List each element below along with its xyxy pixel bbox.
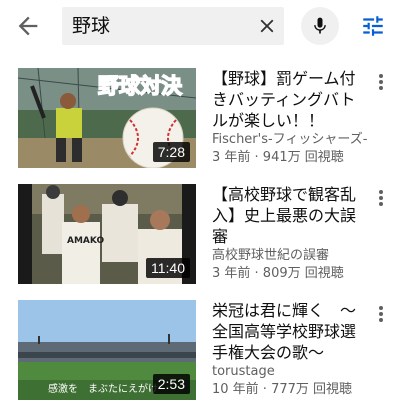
video-duration: 11:40 bbox=[146, 258, 190, 278]
video-duration: 2:53 bbox=[152, 374, 190, 394]
video-meta: 3 年前 · 941万 回視聴 bbox=[212, 150, 344, 165]
video-meta: 3 年前 · 809万 回視聴 bbox=[212, 266, 344, 281]
channel-name[interactable]: 高校野球世紀の誤審 bbox=[212, 247, 367, 265]
video-thumbnail[interactable]: 野球対決 7:28 bbox=[18, 68, 196, 168]
more-vert-icon bbox=[379, 74, 383, 90]
search-input[interactable]: 野球 bbox=[62, 7, 284, 45]
thumbnail-caption: 野球対決 bbox=[97, 73, 183, 99]
more-options-button[interactable] bbox=[373, 72, 389, 92]
back-button[interactable] bbox=[14, 12, 46, 40]
video-meta: 10 年前 · 777万 回視聴 bbox=[212, 382, 353, 397]
close-icon bbox=[260, 19, 274, 33]
video-info: 栄冠は君に輝く 〜全国高等学校野球選手権大会の歌〜 torustage 10 年… bbox=[212, 300, 367, 399]
video-duration: 7:28 bbox=[152, 142, 190, 162]
clear-search-button[interactable] bbox=[256, 15, 278, 37]
video-info: 【高校野球で観客乱入】史上最悪の大誤審 高校野球世紀の誤審 3 年前 · 809… bbox=[212, 184, 367, 283]
filter-button[interactable] bbox=[360, 13, 386, 39]
video-thumbnail[interactable]: 感激を まぶたにえがけ 2:53 bbox=[18, 300, 196, 400]
more-vert-icon bbox=[379, 190, 383, 206]
video-thumbnail[interactable]: AMAKO 11:40 bbox=[18, 184, 196, 284]
more-vert-icon bbox=[379, 306, 383, 322]
voice-search-button[interactable] bbox=[301, 7, 339, 45]
more-options-button[interactable] bbox=[373, 188, 389, 208]
channel-name[interactable]: torustage bbox=[212, 363, 367, 381]
more-options-button[interactable] bbox=[373, 304, 389, 324]
arrow-back-icon bbox=[18, 16, 38, 36]
video-result[interactable]: AMAKO 11:40 【高校野球で観客乱入】史上最悪の大誤審 高校野球世紀の誤… bbox=[0, 184, 400, 300]
uniform-lettering: AMAKO bbox=[67, 236, 105, 246]
search-query[interactable]: 野球 bbox=[72, 14, 110, 38]
search-header: 野球 bbox=[0, 0, 400, 52]
video-result[interactable]: 野球対決 7:28 【野球】罰ゲーム付きバッティングバトルが楽しい！！ Fisc… bbox=[0, 68, 400, 184]
lyrics-caption: 感激を まぶたにえがけ bbox=[48, 384, 158, 395]
video-title[interactable]: 栄冠は君に輝く 〜全国高等学校野球選手権大会の歌〜 bbox=[212, 300, 367, 363]
video-title[interactable]: 【高校野球で観客乱入】史上最悪の大誤審 bbox=[212, 184, 367, 247]
mic-icon bbox=[314, 17, 326, 34]
video-title[interactable]: 【野球】罰ゲーム付きバッティングバトルが楽しい！！ bbox=[212, 68, 367, 131]
channel-name[interactable]: Fischer's-フィッシャーズ- bbox=[212, 131, 367, 149]
filter-icon bbox=[363, 16, 383, 36]
video-info: 【野球】罰ゲーム付きバッティングバトルが楽しい！！ Fischer's-フィッシ… bbox=[212, 68, 367, 167]
video-result[interactable]: 感激を まぶたにえがけ 2:53 栄冠は君に輝く 〜全国高等学校野球選手権大会の… bbox=[0, 300, 400, 410]
